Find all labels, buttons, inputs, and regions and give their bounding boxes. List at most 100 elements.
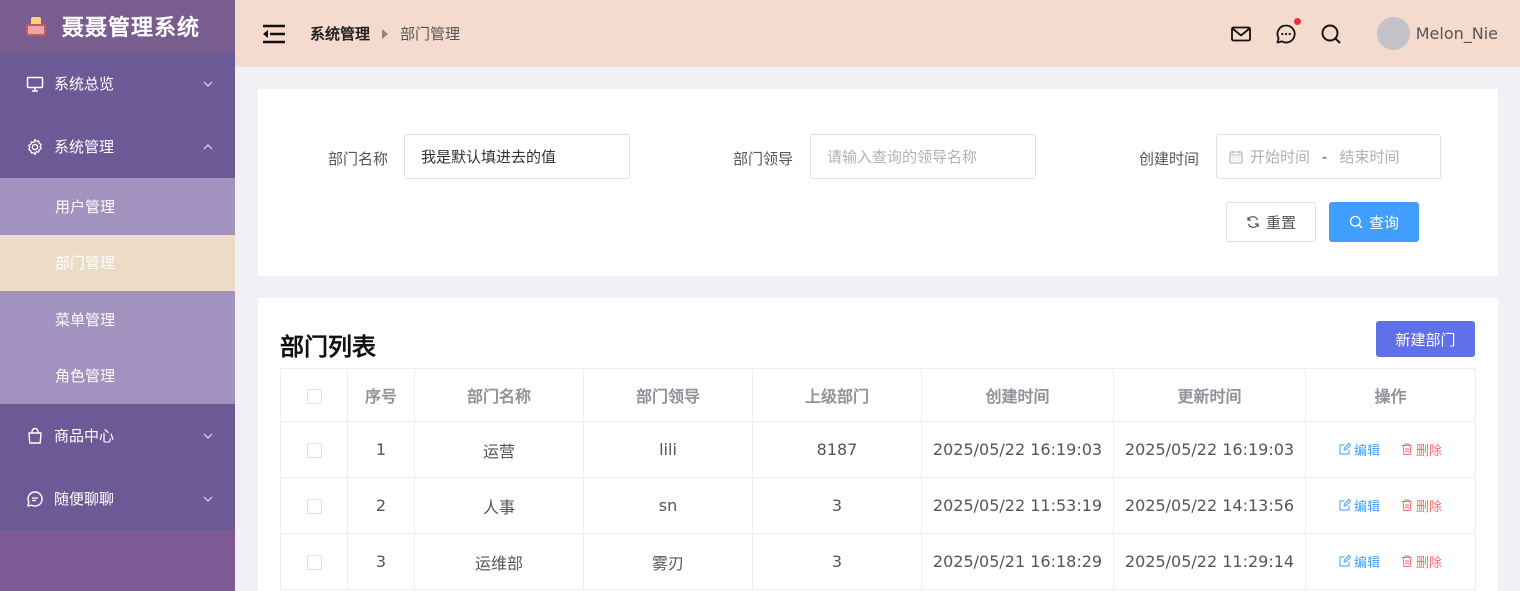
sidebar-item-products[interactable]: 商品中心	[0, 404, 235, 467]
username[interactable]: Melon_Nie	[1416, 24, 1498, 43]
sidebar-item-menus[interactable]: 菜单管理	[0, 291, 235, 348]
column-header: 上级部门	[752, 368, 922, 422]
cell-actions: 编辑 删除	[1305, 421, 1476, 478]
collapse-menu-icon[interactable]	[261, 23, 287, 45]
chevron-up-icon	[203, 143, 213, 149]
sidebar-item-label: 随便聊聊	[54, 490, 115, 508]
trash-icon	[1402, 499, 1413, 512]
sidebar-item-overview[interactable]: 系统总览	[0, 52, 235, 115]
cell-updated: 2025/05/22 14:13:56	[1113, 477, 1306, 534]
cell-leader: 雾刃	[583, 533, 753, 590]
leader-input[interactable]: 请输入查询的领导名称	[810, 134, 1036, 179]
edit-label: 编辑	[1353, 499, 1380, 515]
edit-button[interactable]: 编辑	[1339, 552, 1380, 571]
edit-label: 编辑	[1353, 555, 1380, 571]
cell-leader: sn	[583, 477, 753, 534]
cell-parent: 8187	[752, 421, 922, 478]
select-all-checkbox[interactable]	[306, 388, 322, 404]
refresh-icon	[1247, 216, 1259, 228]
delete-button[interactable]: 删除	[1401, 552, 1442, 571]
delete-label: 删除	[1416, 555, 1443, 571]
cell-name: 人事	[414, 477, 584, 534]
column-header: 更新时间	[1113, 368, 1306, 422]
query-label: 查询	[1368, 213, 1399, 232]
delete-label: 删除	[1416, 499, 1443, 515]
sidebar-item-label: 系统总览	[54, 75, 115, 93]
top-header: 系统管理 部门管理 Melon_Nie	[235, 0, 1520, 67]
department-list-card: 部门列表 新建部门 序号 部门名称 部门领导 上级部门 创建时间 更新时间 操作…	[258, 298, 1498, 591]
edit-button[interactable]: 编辑	[1339, 496, 1380, 515]
sidebar-item-chat[interactable]: 随便聊聊	[0, 467, 235, 530]
notification-dot	[1293, 17, 1301, 25]
cake-logo-icon	[24, 16, 48, 36]
chat-icon	[27, 490, 43, 507]
breadcrumb-item-current: 部门管理	[400, 25, 461, 43]
dept-name-input[interactable]: 我是默认填进去的值	[404, 134, 630, 179]
row-checkbox[interactable]	[306, 499, 322, 514]
list-title: 部门列表	[280, 333, 376, 361]
edit-icon	[1339, 443, 1351, 455]
breadcrumb-item-system[interactable]: 系统管理	[310, 23, 370, 44]
cell-parent: 3	[752, 533, 922, 590]
column-header: 部门领导	[583, 368, 753, 422]
reset-label: 重置	[1265, 213, 1296, 232]
dept-name-label: 部门名称	[328, 150, 389, 168]
sidebar-item-label: 系统管理	[54, 138, 115, 156]
cell-updated: 2025/05/22 16:19:03	[1113, 421, 1306, 478]
edit-label: 编辑	[1353, 443, 1380, 459]
row-checkbox[interactable]	[306, 555, 322, 570]
chevron-down-icon	[203, 496, 213, 502]
app-title: 聂聂管理系统	[62, 16, 201, 41]
end-time-input[interactable]: 结束时间	[1339, 146, 1399, 167]
cell-created: 2025/05/22 11:53:19	[921, 477, 1114, 534]
cell-leader: lili	[583, 421, 753, 478]
breadcrumb-separator-icon	[382, 28, 389, 39]
start-time-input[interactable]: 开始时间	[1250, 146, 1310, 167]
cell-index: 3	[347, 533, 415, 590]
search-icon[interactable]	[1320, 23, 1342, 45]
mail-icon[interactable]	[1230, 23, 1252, 45]
sidebar-item-label: 商品中心	[54, 427, 115, 445]
monitor-icon	[26, 76, 44, 92]
sidebar-item-roles[interactable]: 角色管理	[0, 347, 235, 404]
cell-index: 1	[347, 421, 415, 478]
trash-icon	[1402, 555, 1413, 568]
avatar[interactable]	[1376, 17, 1410, 50]
table-header-row: 序号 部门名称 部门领导 上级部门 创建时间 更新时间 操作	[280, 368, 1476, 422]
sidebar-item-label: 菜单管理	[55, 310, 116, 329]
cell-name: 运营	[414, 421, 584, 478]
chevron-down-icon	[203, 433, 213, 439]
search-card: 部门名称 我是默认填进去的值 部门领导 请输入查询的领导名称 创建时间 开始时间…	[258, 89, 1498, 276]
delete-button[interactable]: 删除	[1401, 440, 1442, 459]
checkbox-cell	[280, 477, 348, 534]
sidebar-item-label: 用户管理	[55, 197, 116, 216]
edit-icon	[1339, 499, 1351, 511]
leader-label: 部门领导	[733, 150, 794, 168]
query-button[interactable]: 查询	[1329, 202, 1419, 242]
sidebar: 聂聂管理系统 系统总览 系统管理 用户管理 部门管理 菜单管理 角色管理 商品中…	[0, 0, 235, 591]
department-table: 序号 部门名称 部门领导 上级部门 创建时间 更新时间 操作 1 运营 lili…	[280, 368, 1476, 590]
table-row: 3 运维部 雾刃 3 2025/05/21 16:18:29 2025/05/2…	[280, 533, 1476, 590]
cell-created: 2025/05/21 16:18:29	[921, 533, 1114, 590]
checkbox-cell	[280, 533, 348, 590]
messages-button[interactable]	[1275, 17, 1301, 45]
sidebar-item-departments[interactable]: 部门管理	[0, 234, 235, 291]
column-header: 操作	[1305, 368, 1476, 422]
reset-button[interactable]: 重置	[1226, 202, 1316, 242]
column-header: 创建时间	[921, 368, 1114, 422]
row-checkbox[interactable]	[306, 443, 322, 458]
table-row: 2 人事 sn 3 2025/05/22 11:53:19 2025/05/22…	[280, 477, 1476, 534]
search-icon	[1349, 215, 1363, 229]
delete-button[interactable]: 删除	[1401, 496, 1442, 515]
edit-button[interactable]: 编辑	[1339, 440, 1380, 459]
cell-actions: 编辑 删除	[1305, 533, 1476, 590]
sidebar-item-users[interactable]: 用户管理	[0, 178, 235, 235]
new-department-button[interactable]: 新建部门	[1376, 321, 1475, 357]
chevron-down-icon	[203, 81, 213, 87]
shopping-bag-icon	[28, 427, 42, 444]
date-range-picker[interactable]: 开始时间 - 结束时间	[1216, 134, 1441, 179]
sidebar-item-system[interactable]: 系统管理	[0, 115, 235, 178]
cell-actions: 编辑 删除	[1305, 477, 1476, 534]
sidebar-item-label: 角色管理	[55, 367, 116, 386]
edit-icon	[1339, 555, 1351, 567]
